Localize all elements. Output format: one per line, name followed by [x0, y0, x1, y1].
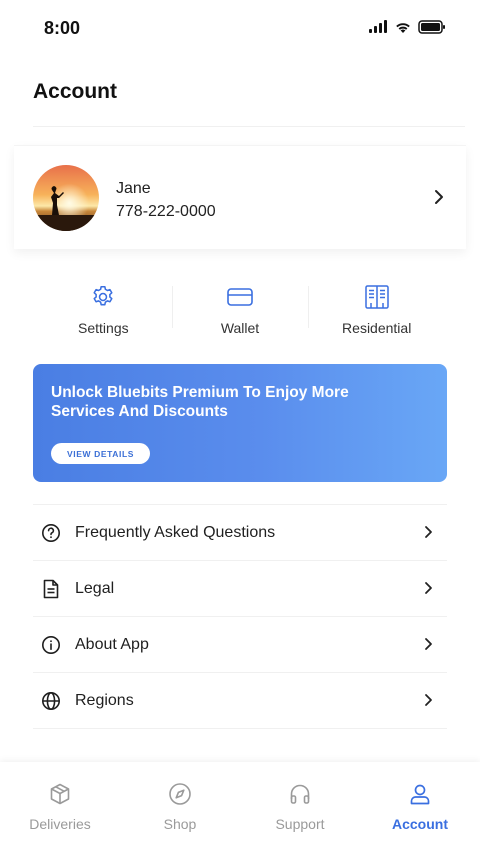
page-title: Account	[33, 80, 117, 103]
quick-actions: Settings Wallet Residential	[35, 282, 445, 342]
quick-action-wallet[interactable]: Wallet	[171, 282, 309, 342]
chevron-right-icon	[424, 693, 433, 712]
profile-phone: 778-222-0000	[116, 203, 216, 220]
wifi-icon	[394, 20, 412, 39]
premium-promo-banner[interactable]: Unlock Bluebits Premium To Enjoy More Se…	[33, 364, 447, 482]
headphones-icon	[288, 782, 312, 811]
tab-shop[interactable]: Shop	[120, 762, 240, 844]
menu-item-label: Legal	[75, 579, 115, 597]
tab-deliveries[interactable]: Deliveries	[0, 762, 120, 844]
card-icon	[226, 282, 254, 312]
question-icon	[41, 523, 61, 543]
menu-item-label: Regions	[75, 691, 134, 709]
globe-icon	[41, 691, 61, 711]
user-icon	[408, 782, 432, 811]
signal-icon	[368, 20, 388, 39]
title-divider	[33, 126, 465, 127]
battery-icon	[418, 20, 446, 39]
quick-action-label: Wallet	[220, 320, 260, 336]
status-time: 8:00	[44, 18, 81, 38]
promo-title: Unlock Bluebits Premium To Enjoy More Se…	[51, 384, 349, 420]
menu-list: Frequently Asked Questions Legal About A…	[33, 504, 447, 729]
info-icon	[41, 635, 61, 655]
avatar	[33, 165, 99, 231]
gear-icon	[90, 282, 116, 312]
menu-item-label: Frequently Asked Questions	[75, 523, 276, 541]
chevron-right-icon	[434, 189, 444, 210]
menu-item-regions[interactable]: Regions	[33, 673, 447, 729]
quick-action-label: Settings	[78, 320, 129, 336]
tab-account[interactable]: Account	[360, 762, 480, 844]
menu-item-about-app[interactable]: About App	[33, 617, 447, 673]
document-icon	[41, 579, 61, 599]
menu-item-legal[interactable]: Legal	[33, 561, 447, 617]
view-details-button[interactable]: VIEW DETAILS	[51, 443, 151, 464]
menu-item-label: About App	[75, 635, 149, 653]
menu-item-faq[interactable]: Frequently Asked Questions	[33, 505, 447, 561]
box-icon	[48, 782, 72, 811]
tab-label: Account	[392, 816, 448, 832]
chevron-right-icon	[424, 581, 433, 600]
profile-name: Jane	[116, 180, 151, 197]
profile-card[interactable]: Jane 778-222-0000	[14, 145, 466, 249]
bottom-tab-bar: Deliveries Shop Support Account	[0, 762, 480, 844]
status-icons	[368, 20, 446, 39]
compass-icon	[168, 782, 192, 811]
tab-label: Support	[275, 816, 325, 832]
status-bar: 8:00	[0, 0, 480, 56]
quick-action-settings[interactable]: Settings	[35, 282, 172, 342]
tab-label: Shop	[163, 816, 197, 832]
chevron-right-icon	[424, 637, 433, 656]
tab-support[interactable]: Support	[240, 762, 360, 844]
building-icon	[364, 282, 390, 312]
quick-action-label: Residential	[342, 320, 412, 336]
chevron-right-icon	[424, 525, 433, 544]
tab-label: Deliveries	[29, 816, 91, 832]
quick-action-residential[interactable]: Residential	[308, 282, 445, 342]
